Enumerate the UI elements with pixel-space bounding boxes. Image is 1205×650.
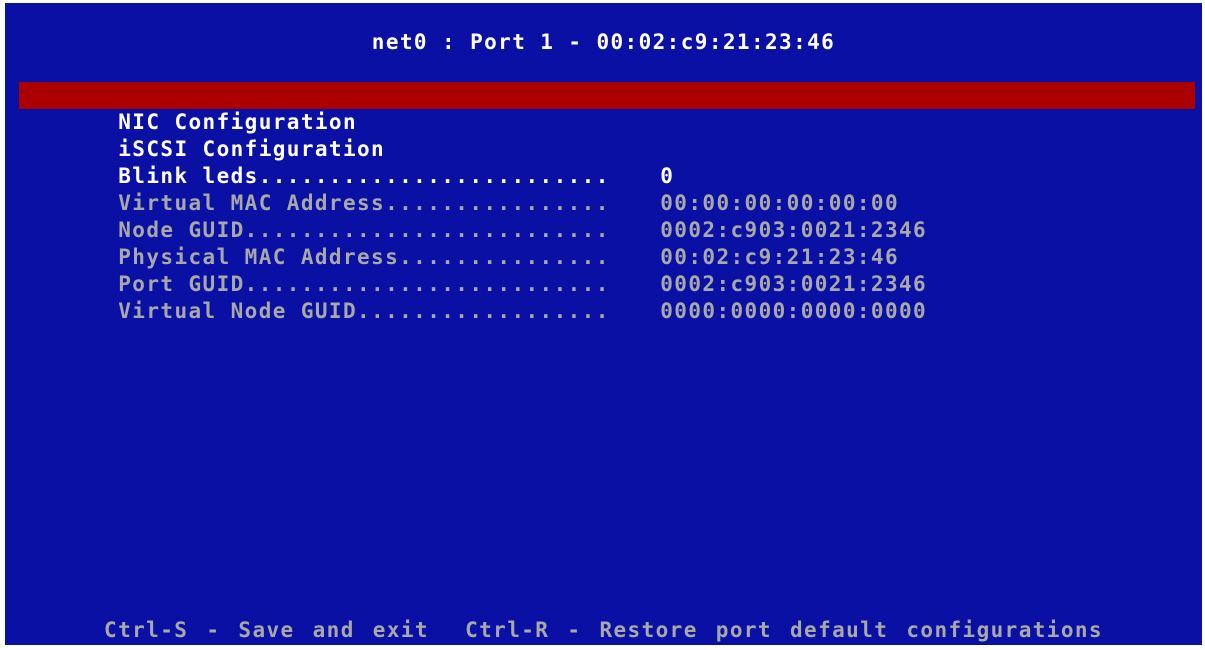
port-guid-label: Port GUID.......................... [118,272,610,296]
port-guid-value: 0002:c903:0021:2346 [660,272,928,296]
physical-mac-address-value: 00:02:c9:21:23:46 [660,245,899,269]
bios-config-screen: net0 : Port 1 - 00:02:c9:21:23:46 NIC Co… [5,3,1202,645]
port-title: net0 : Port 1 - 00:02:c9:21:23:46 [371,30,836,54]
virtual-node-guid-label: Virtual Node GUID.................. [118,299,610,323]
physical-mac-address-label: Physical MAC Address............... [118,245,610,269]
blink-leds-value[interactable]: 0 [660,163,674,190]
node-guid-value: 0002:c903:0021:2346 [660,218,928,242]
blink-leds-label: Blink leds......................... [118,164,610,188]
key-help-footer: Ctrl-S - Save and exit Ctrl-R - Restore … [104,618,1103,642]
virtual-node-guid-value: 0000:0000:0000:0000 [660,299,928,323]
node-guid-label: Node GUID.......................... [118,218,610,242]
menu-item-nic-configuration[interactable]: NIC Configuration [19,82,1195,134]
config-menu: NIC Configuration iSCSI Configuration Bl… [19,82,1195,323]
virtual-mac-address-label: Virtual MAC Address................ [118,191,610,215]
menu-item-label: iSCSI Configuration [118,137,386,161]
virtual-mac-address-value: 00:00:00:00:00:00 [660,191,899,215]
menu-item-label: NIC Configuration [118,110,357,134]
